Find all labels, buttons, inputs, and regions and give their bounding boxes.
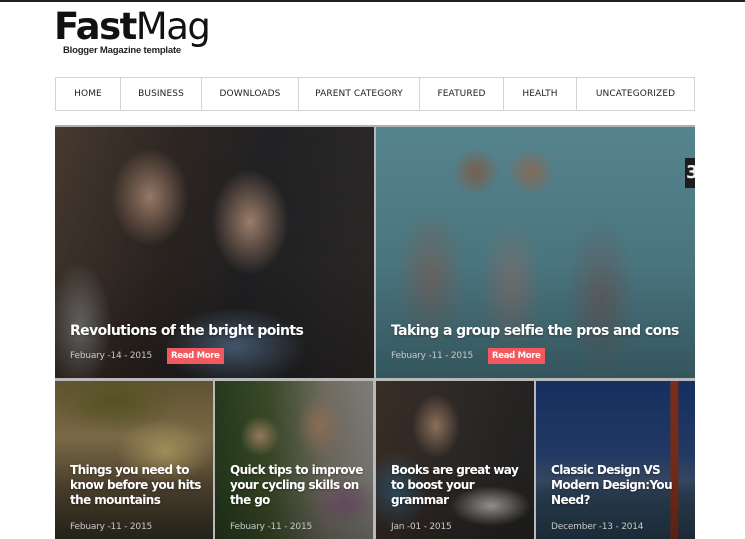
post-card[interactable]: Classic Design VS Modern Design:You Need… xyxy=(536,381,695,539)
site-logo[interactable]: FastMag Blogger Magazine template xyxy=(54,7,211,57)
post-date: Febuary -14 - 2015 xyxy=(70,351,153,361)
post-title[interactable]: Books are great way to boost your gramma… xyxy=(391,463,531,508)
post-title[interactable]: Taking a group selfie the pros and cons xyxy=(391,323,679,339)
post-card[interactable]: Books are great way to boost your gramma… xyxy=(376,381,534,539)
post-card[interactable]: Things you need to know before you hits … xyxy=(55,381,213,539)
logo-light-text: Mag xyxy=(135,5,211,48)
nav-item-home[interactable]: HOME xyxy=(56,78,121,110)
image-overlay xyxy=(55,127,374,378)
post-title[interactable]: Things you need to know before you hits … xyxy=(70,463,210,508)
image-overlay xyxy=(376,381,534,539)
nav-item-uncategorized[interactable]: UNCATEGORIZED xyxy=(577,78,694,110)
logo-tagline: Blogger Magazine template xyxy=(63,45,181,56)
post-title[interactable]: Quick tips to improve your cycling skill… xyxy=(230,463,370,508)
nav-item-featured[interactable]: FEATURED xyxy=(420,78,504,110)
read-more-button[interactable]: Read More xyxy=(488,348,545,364)
image-overlay xyxy=(215,381,373,539)
read-more-button[interactable]: Read More xyxy=(167,348,224,364)
post-date: Jan -01 - 2015 xyxy=(391,522,452,532)
post-title[interactable]: Classic Design VS Modern Design:You Need… xyxy=(551,463,691,508)
post-date: Febuary -11 - 2015 xyxy=(391,351,474,361)
featured-post-card[interactable]: 3 Taking a group selfie the pros and con… xyxy=(376,127,695,378)
post-date: Febuary -11 - 2015 xyxy=(230,522,313,532)
logo-wordmark: FastMag xyxy=(54,5,211,48)
post-title[interactable]: Revolutions of the bright points xyxy=(70,323,304,339)
post-card[interactable]: Quick tips to improve your cycling skill… xyxy=(215,381,373,539)
image-overlay xyxy=(376,127,695,378)
nav-item-business[interactable]: BUSINESS xyxy=(121,78,202,110)
nav-item-parent-category[interactable]: PARENT CATEGORY xyxy=(299,78,420,110)
post-date: December -13 - 2014 xyxy=(551,522,644,532)
featured-post-card[interactable]: Revolutions of the bright points Febuary… xyxy=(55,127,374,378)
image-overlay xyxy=(536,381,695,539)
logo-bold-text: Fast xyxy=(54,5,137,48)
number-sign-badge: 3 xyxy=(685,158,695,188)
post-date: Febuary -11 - 2015 xyxy=(70,522,153,532)
nav-item-downloads[interactable]: DOWNLOADS xyxy=(202,78,299,110)
nav-item-health[interactable]: HEALTH xyxy=(504,78,577,110)
image-overlay xyxy=(55,381,213,539)
main-nav: HOME BUSINESS DOWNLOADS PARENT CATEGORY … xyxy=(55,77,695,111)
featured-grid: Revolutions of the bright points Febuary… xyxy=(55,125,695,539)
